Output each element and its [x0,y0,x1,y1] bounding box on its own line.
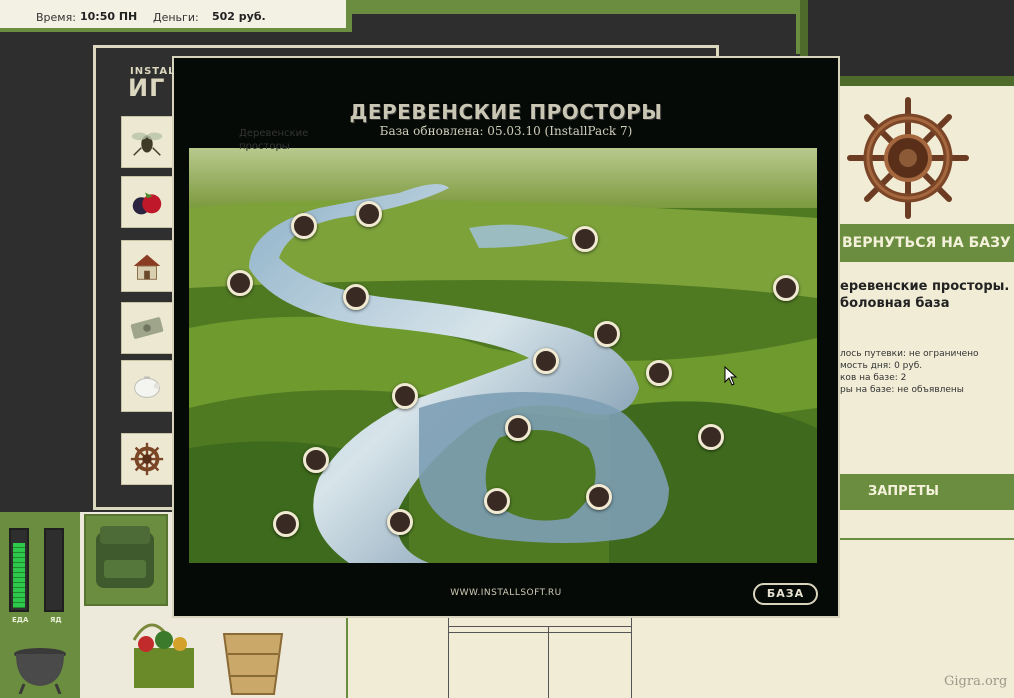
location-marker[interactable] [387,509,413,535]
location-marker[interactable] [773,275,799,301]
location-marker[interactable] [594,321,620,347]
location-marker[interactable] [303,447,329,473]
base-title: еревенские просторы. боловная база [840,278,1014,312]
return-to-base-button[interactable]: ВЕРНУТЬСЯ НА БАЗУ [838,224,1014,262]
logo-big: ИГ [128,74,166,102]
table-line [548,626,549,698]
base-button[interactable]: БАЗА [753,583,818,605]
bans-button[interactable]: ЗАПРЕТЫ [838,474,1014,510]
watermark: Gigra.org [944,674,1008,689]
info-line: лось путевки: не ограничено [840,349,979,359]
base-name-line1: еревенские просторы. [840,279,1010,294]
food-label: ЕДА [12,616,29,624]
table-line [449,626,631,627]
house-icon[interactable] [121,240,173,292]
fly-bait-icon[interactable] [121,116,173,168]
food-meter [9,528,29,612]
location-marker[interactable] [392,383,418,409]
dialog-title: ДЕРЕВЕНСКИЕ ПРОСТОРЫ [349,100,663,124]
info-line: ков на базе: 2 [840,373,907,383]
location-marker[interactable] [356,201,382,227]
location-marker[interactable] [572,226,598,252]
bottom-table [448,612,632,698]
base-info: лось путевки: не ограничено мость дня: 0… [840,348,1014,396]
pot-icon[interactable] [8,640,72,698]
location-marker[interactable] [291,213,317,239]
location-marker[interactable] [227,270,253,296]
bottom-right-panel [638,612,838,698]
location-marker[interactable] [484,488,510,514]
location-marker[interactable] [533,348,559,374]
status-bar: Время: 10:50 ПН Деньги: 502 руб. [0,0,352,32]
time-label: Время: [36,11,76,24]
ship-wheel-small-icon[interactable] [121,433,173,485]
meters-panel: ЕДА ЯД [0,512,80,698]
base-name-line2: боловная база [840,296,950,311]
poison-label: ЯД [50,616,62,624]
mouse-cursor-icon [724,365,738,386]
poison-meter [44,528,64,612]
info-line: ры на базе: не объявлены [840,385,964,395]
site-url[interactable]: WWW.INSTALLSOFT.RU [172,588,840,598]
bucket-slot[interactable] [208,610,298,698]
piggy-bank-icon[interactable] [121,360,173,412]
location-marker[interactable] [698,424,724,450]
basket-slot[interactable] [84,610,208,698]
money-label: Деньги: [153,11,199,24]
location-marker[interactable] [505,415,531,441]
money-value: 502 руб. [212,10,266,23]
money-icon[interactable] [121,302,173,354]
location-marker[interactable] [343,284,369,310]
location-marker[interactable] [273,511,299,537]
location-marker[interactable] [586,484,612,510]
location-marker[interactable] [646,360,672,386]
top-frame [352,0,800,14]
bans-panel [838,510,1014,540]
table-line [449,632,631,633]
ship-wheel-icon[interactable] [838,88,1014,224]
berries-icon[interactable] [121,176,173,228]
location-tooltip: Деревенские просторы [239,128,309,152]
time-value: 10:50 ПН [80,10,138,23]
backpack-slot[interactable] [84,514,168,606]
food-meter-fill [13,543,25,608]
info-line: мость дня: 0 руб. [840,361,923,371]
